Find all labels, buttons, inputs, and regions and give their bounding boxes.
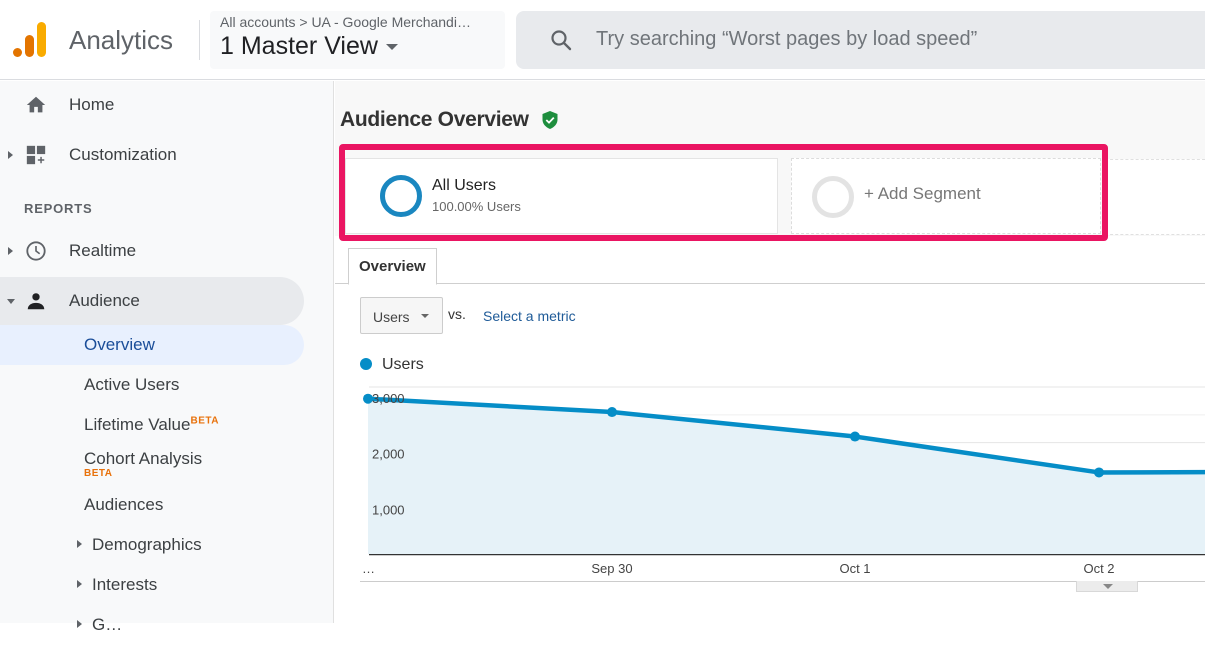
sidebar-item-label: Realtime: [69, 241, 137, 260]
x-tick-label: Oct 2: [1083, 561, 1114, 576]
y-tick-label: 3,000: [372, 391, 405, 406]
main-content: Audience Overview All Users 100.00% User…: [335, 81, 1205, 623]
clock-icon: [26, 241, 46, 261]
sidebar-item-label: Audiences: [84, 495, 164, 514]
sidebar-item-label: Overview: [84, 335, 155, 354]
person-icon: [27, 293, 45, 310]
beta-badge: BETA: [190, 415, 219, 427]
sidebar-item-home[interactable]: Home: [0, 81, 304, 129]
x-tick-label: Sep 30: [591, 561, 632, 576]
sidebar-item-label: Lifetime ValueBETA: [84, 415, 219, 435]
sidebar-item-active-users[interactable]: Active Users: [0, 365, 304, 405]
expand-arrow-icon: [77, 620, 82, 628]
expand-arrow-icon: [77, 540, 82, 548]
reports-heading: REPORTS: [24, 201, 93, 216]
sidebar-item-geo[interactable]: G…: [0, 605, 304, 645]
y-tick-label: 2,000: [372, 447, 405, 462]
sidebar-item-label: Customization: [69, 145, 177, 164]
top-bar: Analytics All accounts > UA - Google Mer…: [0, 0, 1205, 80]
header-divider: [199, 20, 200, 60]
sidebar-item-label: Interests: [92, 575, 158, 594]
expand-arrow-icon: [77, 580, 82, 588]
search-placeholder: Try searching “Worst pages by load speed…: [596, 28, 978, 50]
search-icon: [551, 30, 572, 51]
users-line-chart: 3,000 2,000 1,000 … Sep 30 Oct 1 Oct 2: [360, 386, 1205, 582]
x-tick-label: …: [362, 561, 375, 576]
chart-data-point: [607, 407, 617, 418]
chart-resize-handle[interactable]: [1076, 581, 1138, 592]
sidebar-item-audiences[interactable]: Audiences: [0, 485, 304, 525]
sidebar-item-customization[interactable]: Customization: [0, 131, 304, 179]
sidebar: Home Customization REPORTS Realtime Audi…: [0, 81, 334, 634]
sidebar-item-label: Audience: [69, 291, 140, 310]
home-icon: [26, 96, 46, 113]
sidebar-item-demographics[interactable]: Demographics: [0, 525, 304, 565]
app-name: Analytics: [69, 25, 174, 55]
sidebar-item-cohort-analysis[interactable]: Cohort Analysis BETA: [0, 445, 304, 489]
sidebar-item-audience[interactable]: Audience: [0, 277, 304, 325]
chevron-down-icon: [1103, 584, 1113, 589]
sidebar-item-label: Home: [69, 95, 115, 114]
search-input[interactable]: Try searching “Worst pages by load speed…: [516, 11, 1205, 69]
sidebar-item-audience-overview[interactable]: Overview: [0, 325, 304, 365]
y-tick-label: 1,000: [372, 502, 405, 517]
x-tick-label: Oct 1: [839, 561, 870, 576]
view-name: 1 Master View: [220, 32, 495, 61]
sidebar-item-label: G…: [92, 615, 123, 634]
view-name-label: 1 Master View: [220, 32, 378, 60]
dashboard-add-icon: [26, 145, 46, 165]
sidebar-item-label: Cohort Analysis: [84, 449, 203, 468]
chart-data-point: [1094, 467, 1104, 478]
sidebar-item-interests[interactable]: Interests: [0, 565, 304, 605]
sidebar-item-label: Demographics: [92, 535, 202, 554]
sidebar-item-realtime[interactable]: Realtime: [0, 227, 304, 275]
analytics-logo-icon[interactable]: [11, 20, 47, 60]
sidebar-item-label: Active Users: [84, 375, 180, 394]
lifetime-value-label: Lifetime Value: [84, 415, 191, 434]
expand-arrow-icon: [8, 151, 13, 159]
chevron-down-icon: [385, 44, 398, 51]
account-breadcrumb: All accounts > UA - Google Merchandi…: [220, 14, 471, 30]
account-view-picker[interactable]: All accounts > UA - Google Merchandi… 1 …: [210, 11, 505, 69]
sidebar-item-lifetime-value[interactable]: Lifetime ValueBETA: [0, 405, 304, 445]
expand-arrow-icon: [8, 247, 13, 255]
collapse-arrow-icon: [7, 298, 15, 304]
chart-data-point: [850, 431, 860, 442]
beta-badge: BETA: [84, 468, 113, 479]
